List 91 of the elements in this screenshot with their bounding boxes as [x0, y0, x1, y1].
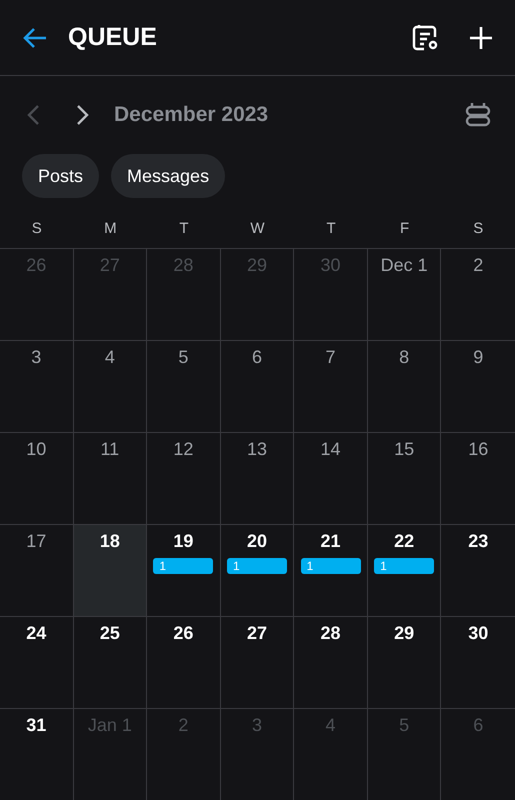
day-number: 27	[100, 255, 120, 276]
day-number: 29	[394, 623, 414, 644]
filter-chip[interactable]: Posts	[22, 154, 100, 198]
day-number: 9	[473, 347, 484, 368]
day-number: 12	[173, 439, 194, 460]
day-number: 7	[326, 347, 336, 368]
day-cell[interactable]: 9	[441, 341, 515, 433]
day-number: 6	[473, 715, 484, 736]
day-cell[interactable]: 13	[220, 433, 294, 525]
day-cell[interactable]: 6	[220, 341, 294, 433]
chevron-left-icon	[26, 104, 40, 126]
day-number: Dec 1	[380, 255, 428, 276]
day-number: 15	[394, 439, 414, 460]
day-number: 8	[399, 347, 410, 368]
day-cell[interactable]: 5	[147, 341, 221, 433]
chevron-right-icon	[76, 104, 90, 126]
day-number: 22	[394, 531, 414, 552]
day-cell[interactable]: 8	[368, 341, 442, 433]
day-cell[interactable]: 18	[74, 525, 148, 617]
day-number: 20	[246, 531, 267, 552]
day-cell[interactable]: 21 1	[294, 525, 368, 617]
day-number: 18	[100, 531, 120, 552]
day-number: 2	[178, 715, 188, 736]
day-number: 5	[399, 715, 410, 736]
next-month-button[interactable]	[76, 104, 90, 126]
day-cell[interactable]: 12	[147, 433, 221, 525]
day-cell[interactable]: 22 1	[368, 525, 442, 617]
day-number: 28	[320, 623, 341, 644]
day-number: 6	[252, 347, 262, 368]
day-cell[interactable]: 20 1	[220, 525, 294, 617]
day-number: 14	[320, 439, 341, 460]
day-number: 4	[326, 715, 336, 736]
weekday-label: W	[220, 214, 294, 249]
day-number: 21	[320, 531, 341, 552]
day-number: 19	[173, 531, 194, 552]
screen-title: QUEUE	[68, 23, 158, 52]
day-cell[interactable]: 2	[441, 249, 515, 341]
day-number: 25	[100, 623, 120, 644]
day-number: 27	[246, 623, 267, 644]
day-number: 30	[320, 255, 341, 276]
day-number: 4	[104, 347, 115, 368]
day-cell[interactable]: 28	[294, 617, 368, 709]
day-cell[interactable]: 19 1	[147, 525, 221, 617]
day-number: 2	[473, 255, 484, 276]
day-number: 3	[252, 715, 262, 736]
day-number: 17	[26, 531, 46, 552]
day-cell[interactable]: 7	[294, 341, 368, 433]
day-cell[interactable]: 4	[74, 341, 148, 433]
day-number: 16	[468, 439, 488, 460]
weekday-label: T	[294, 214, 368, 249]
day-number: 11	[100, 439, 120, 460]
back-button[interactable]	[22, 26, 48, 48]
day-cell[interactable]: 14	[294, 433, 368, 525]
day-cell[interactable]: 25	[74, 617, 148, 709]
day-number: 30	[468, 623, 488, 644]
day-cell[interactable]: 27	[220, 617, 294, 709]
day-number: Jan 1	[88, 715, 132, 736]
day-number: 24	[26, 623, 46, 644]
day-number: 3	[31, 347, 42, 368]
view-toggle-button[interactable]	[465, 101, 491, 129]
day-cell[interactable]: 16	[441, 433, 515, 525]
day-number: 26	[26, 255, 46, 276]
day-number: 23	[468, 531, 488, 552]
day-number: 5	[178, 347, 188, 368]
day-number: 13	[246, 439, 267, 460]
day-cell[interactable]: Dec 1	[368, 249, 442, 341]
month-label: December 2023	[114, 103, 270, 127]
day-cell[interactable]: 23	[441, 525, 515, 617]
day-cell[interactable]: 24	[0, 617, 74, 709]
day-cell[interactable]: 3	[0, 341, 74, 433]
day-number: 28	[173, 255, 194, 276]
day-cell[interactable]: 26	[147, 617, 221, 709]
filter-chip[interactable]: Messages	[111, 154, 226, 198]
weekday-label: S	[0, 214, 74, 249]
weekday-label: S	[441, 214, 515, 249]
calendar-view-icon	[465, 101, 491, 129]
day-number: 26	[173, 623, 194, 644]
day-number: 10	[26, 439, 46, 460]
day-cell[interactable]: 29	[368, 617, 442, 709]
day-cell[interactable]: 30	[441, 617, 515, 709]
day-number: 31	[26, 715, 46, 736]
weekday-label: F	[368, 214, 442, 249]
plus-icon	[469, 26, 493, 50]
weekday-label: T	[147, 214, 221, 249]
arrow-left-icon	[22, 26, 48, 48]
day-cell[interactable]: 31	[0, 709, 74, 800]
day-cell[interactable]: 10	[0, 433, 74, 525]
weekday-label: M	[74, 214, 148, 249]
day-cell[interactable]: 15	[368, 433, 442, 525]
day-number: 29	[246, 255, 267, 276]
add-button[interactable]	[469, 26, 493, 50]
